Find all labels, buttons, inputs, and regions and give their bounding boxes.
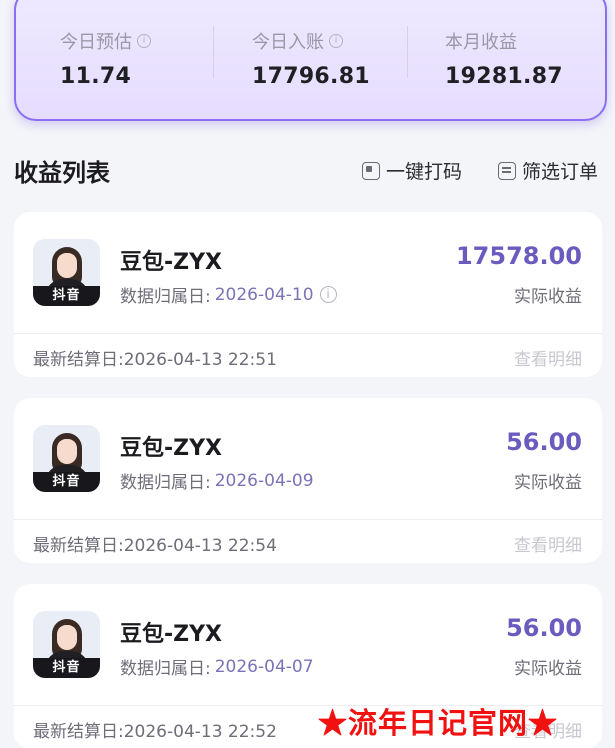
stat-label: 本月收益 [445,32,517,53]
avatar: 抖音 [33,425,100,492]
info-icon[interactable]: i [319,286,337,303]
platform-tag: 抖音 [33,286,100,306]
filter-orders-button[interactable]: 筛选订单 [498,157,598,184]
list-title: 收益列表 [14,159,110,187]
stat-divider [213,26,214,78]
date-label: 数据归属日: [120,659,211,679]
action-label: 筛选订单 [522,161,599,183]
avatar: 抖音 [33,611,100,678]
income-amount: 17578.00 [455,242,582,270]
stat-label: 今日入账 [252,32,324,53]
account-name: 豆包-ZYX [120,250,222,275]
one-click-mask-button[interactable]: 一键打码 [362,157,462,184]
view-details-link[interactable]: 查看明细 [514,531,582,556]
info-icon[interactable]: i [329,34,343,48]
stat-today-credited[interactable]: 今日入账 i 17796.81 [252,28,370,89]
code-icon [362,161,380,180]
income-amount: 56.00 [506,614,582,642]
income-amount: 56.00 [506,428,582,456]
stat-today-estimate[interactable]: 今日预估 i 11.74 [60,28,151,89]
settlement-date: 最新结算日:2026-04-13 22:51 [33,350,277,370]
data-date-row: 数据归属日: 2026-04-10 i [120,282,337,307]
data-date: 2026-04-09 [214,470,314,491]
info-icon[interactable]: i [137,34,151,48]
summary-card: 今日预估 i 11.74 今日入账 i 17796.81 本月收益 19281.… [14,0,607,121]
platform-tag: 抖音 [33,658,100,678]
income-page: 今日预估 i 11.74 今日入账 i 17796.81 本月收益 19281.… [0,0,615,748]
settlement-date: 最新结算日:2026-04-13 22:54 [33,536,277,556]
settlement-date: 最新结算日:2026-04-13 22:52 [33,722,277,742]
stat-value: 19281.87 [445,64,563,89]
income-card[interactable]: 抖音 豆包-ZYX 数据归属日: 2026-04-09 56.00 实际收益 最… [14,398,602,563]
income-card[interactable]: 抖音 豆包-ZYX 数据归属日: 2026-04-10 i 17578.00 实… [14,212,602,377]
date-label: 数据归属日: [120,287,211,307]
filter-icon [498,161,516,180]
income-amount-label: 实际收益 [514,473,582,493]
data-date: 2026-04-10 [214,284,314,305]
watermark: ★流年日记官网★ [318,706,559,740]
date-label: 数据归属日: [120,473,211,493]
income-amount-label: 实际收益 [514,287,582,307]
stat-label: 今日预估 [60,32,132,53]
stat-value: 17796.81 [252,64,370,89]
data-date-row: 数据归属日: 2026-04-07 [120,654,314,680]
platform-tag: 抖音 [33,472,100,492]
stat-month-income[interactable]: 本月收益 19281.87 [445,28,563,89]
card-divider [14,333,602,334]
income-amount-label: 实际收益 [514,659,582,679]
account-name: 豆包-ZYX [120,436,222,461]
action-label: 一键打码 [386,161,463,183]
data-date: 2026-04-07 [214,656,314,677]
avatar: 抖音 [33,239,100,306]
card-divider [14,519,602,520]
stat-divider [407,26,408,78]
view-details-link[interactable]: 查看明细 [514,345,582,370]
stat-value: 11.74 [60,64,132,89]
data-date-row: 数据归属日: 2026-04-09 [120,468,314,494]
account-name: 豆包-ZYX [120,622,222,647]
